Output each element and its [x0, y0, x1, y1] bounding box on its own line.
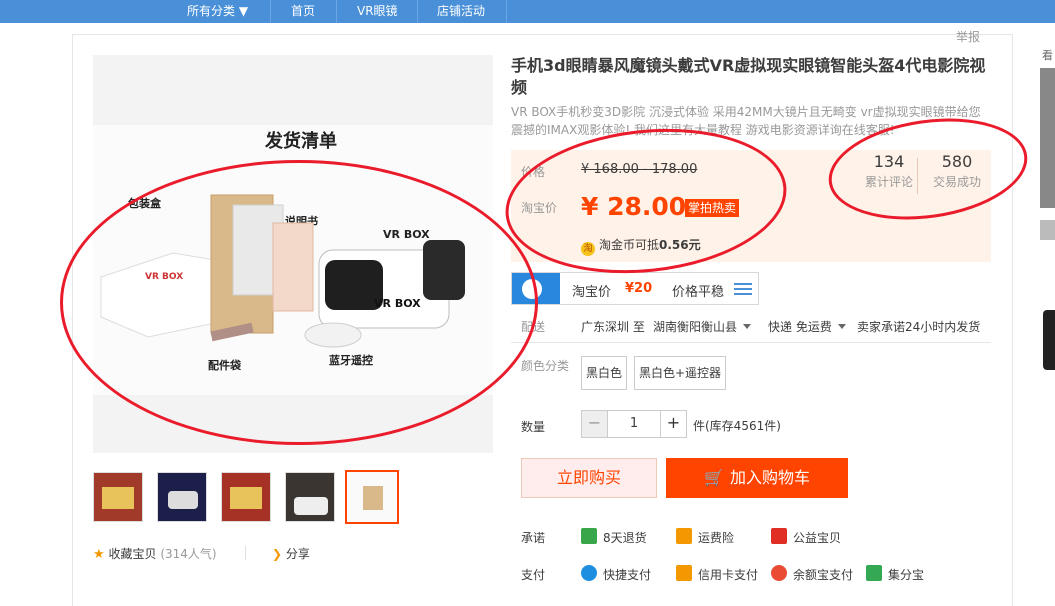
star-icon: ★ [93, 547, 105, 562]
nav-store-activity[interactable]: 店铺活动 [437, 2, 485, 20]
quantity-decrease-button[interactable]: − [582, 411, 608, 437]
shipping-method: 快递 免运费 [768, 320, 832, 334]
color-option-black-white-remote[interactable]: 黑白色+遥控器 [634, 356, 727, 390]
quantity-label: 数量 [521, 420, 546, 434]
shipping-method-select[interactable]: 快递 免运费 [768, 318, 846, 335]
thumbnail-3[interactable] [221, 472, 271, 522]
nav-separator [336, 0, 337, 23]
nav-separator [270, 0, 271, 23]
promise-freight-insurance[interactable]: 运费险 [698, 529, 734, 546]
payment-credit-card[interactable]: 信用卡支付 [698, 566, 758, 583]
price-trend-bar[interactable]: 淘宝价 ¥20 价格平稳 [511, 272, 759, 305]
payment-jifenbao[interactable]: 集分宝 [888, 566, 924, 583]
share-icon: ❯ [272, 547, 283, 561]
trend-value: ¥20 [625, 281, 653, 296]
thumbnail-5[interactable] [345, 470, 399, 524]
report-link[interactable]: 举报 [956, 28, 980, 45]
add-to-cart-button[interactable]: 🛒 加入购物车 [666, 458, 848, 498]
jifenbao-icon [866, 565, 882, 581]
payment-label: 支付 [521, 568, 546, 582]
trend-label: 淘宝价 [572, 285, 612, 300]
quantity-increase-button[interactable]: + [660, 411, 686, 437]
shipping-destination-select[interactable]: 湖南衡阳衡山县 [653, 318, 752, 335]
favorite-label: 收藏宝贝 [108, 547, 157, 561]
side-thumb-image[interactable] [1040, 220, 1055, 240]
favorite-count: (314人气) [160, 547, 217, 561]
shipping-insurance-icon [676, 528, 692, 544]
side-recommend-strip: 看 [1040, 40, 1055, 606]
payment-quick[interactable]: 快捷支付 [603, 566, 651, 583]
thumbnail-4[interactable] [285, 472, 335, 522]
product-title: 手机3d眼睛暴风魔镜头戴式VR虚拟现实眼镜智能头盔4代电影院视频 [511, 56, 986, 97]
share-label: 分享 [285, 547, 310, 561]
credit-card-icon [676, 565, 692, 581]
menu-icon[interactable] [734, 283, 752, 295]
nav-separator [417, 0, 418, 23]
top-navigation: 所有分类 ▼ 首页 VR眼镜 店铺活动 [0, 0, 1055, 23]
nav-home[interactable]: 首页 [291, 2, 315, 20]
thumbnail-2[interactable] [157, 472, 207, 522]
nav-all-categories[interactable]: 所有分类 ▼ [187, 2, 248, 20]
thumbnail-1[interactable] [93, 472, 143, 522]
promise-label: 承诺 [521, 531, 546, 545]
yuebao-icon [771, 565, 787, 581]
share-button[interactable]: ❯ 分享 [272, 545, 310, 562]
trend-status: 价格平稳 [672, 285, 725, 300]
content-frame-top [72, 34, 1012, 35]
stock-info: 件(库存4561件) [693, 419, 781, 433]
shipping-destination: 湖南衡阳衡山县 [653, 320, 738, 334]
side-recommend-label: 看 [1042, 49, 1053, 62]
quantity-stepper: − 1 + [581, 410, 687, 438]
nav-separator [506, 0, 507, 23]
favorite-button[interactable]: ★ 收藏宝贝 (314人气) [93, 545, 217, 562]
quick-pay-icon [581, 565, 597, 581]
return-7day-icon [581, 528, 597, 544]
chevron-down-icon [743, 324, 752, 329]
buy-now-button[interactable]: 立即购买 [521, 458, 657, 498]
annotation-circle-image [60, 160, 538, 445]
cart-icon: 🛒 [704, 468, 724, 487]
promise-charity[interactable]: 公益宝贝 [793, 529, 841, 546]
side-thumb-image[interactable] [1043, 310, 1055, 370]
payment-yuebao[interactable]: 余额宝支付 [793, 566, 853, 583]
chevron-down-icon [837, 324, 846, 329]
nav-vr-glasses[interactable]: VR眼镜 [357, 2, 398, 20]
color-option-black-white[interactable]: 黑白色 [581, 356, 628, 390]
shipping-promise: 卖家承诺24小时内发货 [857, 320, 981, 334]
color-label: 颜色分类 [521, 359, 570, 373]
charity-icon [771, 528, 787, 544]
quantity-input[interactable]: 1 [608, 411, 660, 437]
promise-returns[interactable]: 8天退货 [603, 529, 647, 546]
collect-divider [245, 546, 246, 560]
content-frame-right [1012, 34, 1013, 606]
divider [511, 342, 991, 343]
add-to-cart-label: 加入购物车 [729, 468, 810, 487]
shipping-from: 广东深圳 至 [581, 320, 645, 334]
side-thumb-image[interactable] [1040, 68, 1055, 208]
